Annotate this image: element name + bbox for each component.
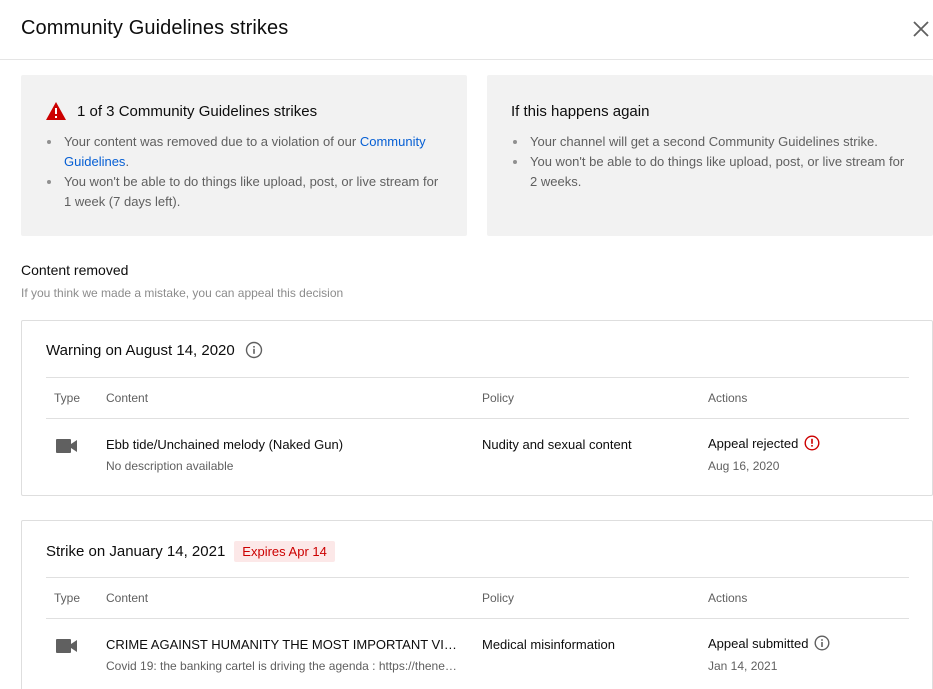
content-description: Covid 19: the banking cartel is driving … [106, 659, 462, 673]
close-button[interactable] [906, 14, 933, 44]
column-content: Content [106, 591, 149, 605]
bullet-text: Your content was removed due to a violat… [64, 134, 360, 149]
action-status: Appeal submitted [708, 635, 830, 651]
policy-cell: Medical misinformation [482, 637, 615, 652]
column-actions: Actions [708, 591, 748, 605]
list-item: Your content was removed due to a violat… [45, 132, 445, 172]
content-removed-title: Content removed [21, 262, 129, 278]
table-row: Ebb tide/Unchained melody (Naked Gun) No… [46, 419, 909, 489]
video-icon [56, 639, 77, 653]
next-strike-title: If this happens again [511, 103, 650, 120]
dialog-header: Community Guidelines strikes [0, 0, 933, 60]
info-icon [245, 341, 262, 359]
card-title: Strike on January 14, 2021 Expires Apr 1… [46, 541, 335, 562]
next-strike-list: Your channel will get a second Community… [511, 132, 911, 192]
card-title-text: Warning on August 14, 2020 [46, 341, 235, 359]
column-type: Type [54, 591, 81, 605]
content-cell: Ebb tide/Unchained melody (Naked Gun) No… [106, 437, 462, 473]
expires-badge: Expires Apr 14 [234, 541, 335, 562]
appeal-info-button[interactable] [814, 635, 830, 651]
column-content: Content [106, 391, 149, 405]
table-row: CRIME AGAINST HUMANITY THE MOST IMPORTAN… [46, 619, 909, 689]
action-status: Appeal rejected [708, 435, 820, 451]
current-strike-list: Your content was removed due to a violat… [45, 132, 445, 212]
content-title: CRIME AGAINST HUMANITY THE MOST IMPORTAN… [106, 637, 462, 652]
appeal-info-button[interactable] [804, 435, 820, 451]
content-title: Ebb tide/Unchained melody (Naked Gun) [106, 437, 344, 452]
info-icon [814, 635, 830, 651]
dialog-title: Community Guidelines strikes [21, 17, 289, 39]
warning-icon [46, 102, 66, 120]
list-item: You won't be able to do things like uplo… [45, 172, 445, 212]
column-policy: Policy [482, 591, 515, 605]
action-status-text: Appeal rejected [708, 435, 799, 451]
column-actions: Actions [708, 391, 748, 405]
action-date: Jan 14, 2021 [708, 659, 778, 673]
video-icon [56, 439, 77, 453]
column-policy: Policy [482, 391, 515, 405]
table-header: Type Content Policy Actions [46, 377, 909, 419]
bullet-suffix: . [125, 154, 130, 169]
action-status-text: Appeal submitted [708, 635, 809, 651]
card-title-text: Strike on January 14, 2021 [46, 543, 226, 560]
content-description: No description available [106, 459, 234, 473]
content-removed-subtitle: If you think we made a mistake, you can … [21, 286, 344, 300]
content-cell: CRIME AGAINST HUMANITY THE MOST IMPORTAN… [106, 637, 462, 673]
action-date: Aug 16, 2020 [708, 459, 780, 473]
warning-card: Warning on August 14, 2020 Type Content … [21, 320, 933, 496]
error-info-icon [804, 435, 820, 451]
current-strike-title: 1 of 3 Community Guidelines strikes [77, 103, 318, 120]
close-icon [913, 21, 929, 37]
info-button[interactable] [245, 341, 263, 359]
column-type: Type [54, 391, 81, 405]
card-title: Warning on August 14, 2020 [46, 341, 263, 359]
next-strike-panel: If this happens again Your channel will … [487, 75, 933, 236]
policy-cell: Nudity and sexual content [482, 437, 632, 452]
actions-cell: Appeal rejected Aug 16, 2020 [708, 435, 820, 473]
actions-cell: Appeal submitted Jan 14, 2021 [708, 635, 830, 673]
current-strike-panel: 1 of 3 Community Guidelines strikes Your… [21, 75, 467, 236]
list-item: You won't be able to do things like uplo… [511, 152, 911, 192]
list-item: Your channel will get a second Community… [511, 132, 911, 152]
strike-card: Strike on January 14, 2021 Expires Apr 1… [21, 520, 933, 689]
table-header: Type Content Policy Actions [46, 577, 909, 619]
